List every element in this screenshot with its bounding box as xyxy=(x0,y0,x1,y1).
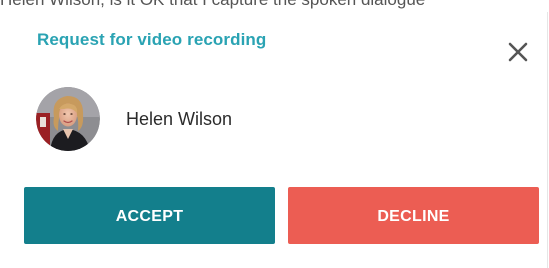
close-button[interactable] xyxy=(505,39,533,67)
page: Helen Wilson, is it OK that I capture th… xyxy=(0,0,549,268)
decline-button[interactable]: DECLINE xyxy=(288,187,539,244)
avatar xyxy=(36,87,100,151)
accept-button[interactable]: ACCEPT xyxy=(24,187,275,244)
dialog-divider xyxy=(547,12,548,268)
video-recording-dialog: Request for video recording Helen Wilson… xyxy=(0,12,549,268)
close-icon xyxy=(508,42,528,62)
user-name: Helen Wilson xyxy=(126,109,233,129)
requesting-user: Helen Wilson xyxy=(36,87,496,151)
background-content: Helen Wilson, is it OK that I capture th… xyxy=(0,0,549,12)
background-text: Helen Wilson, is it OK that I capture th… xyxy=(0,0,425,10)
dialog-title: Request for video recording xyxy=(37,30,267,49)
